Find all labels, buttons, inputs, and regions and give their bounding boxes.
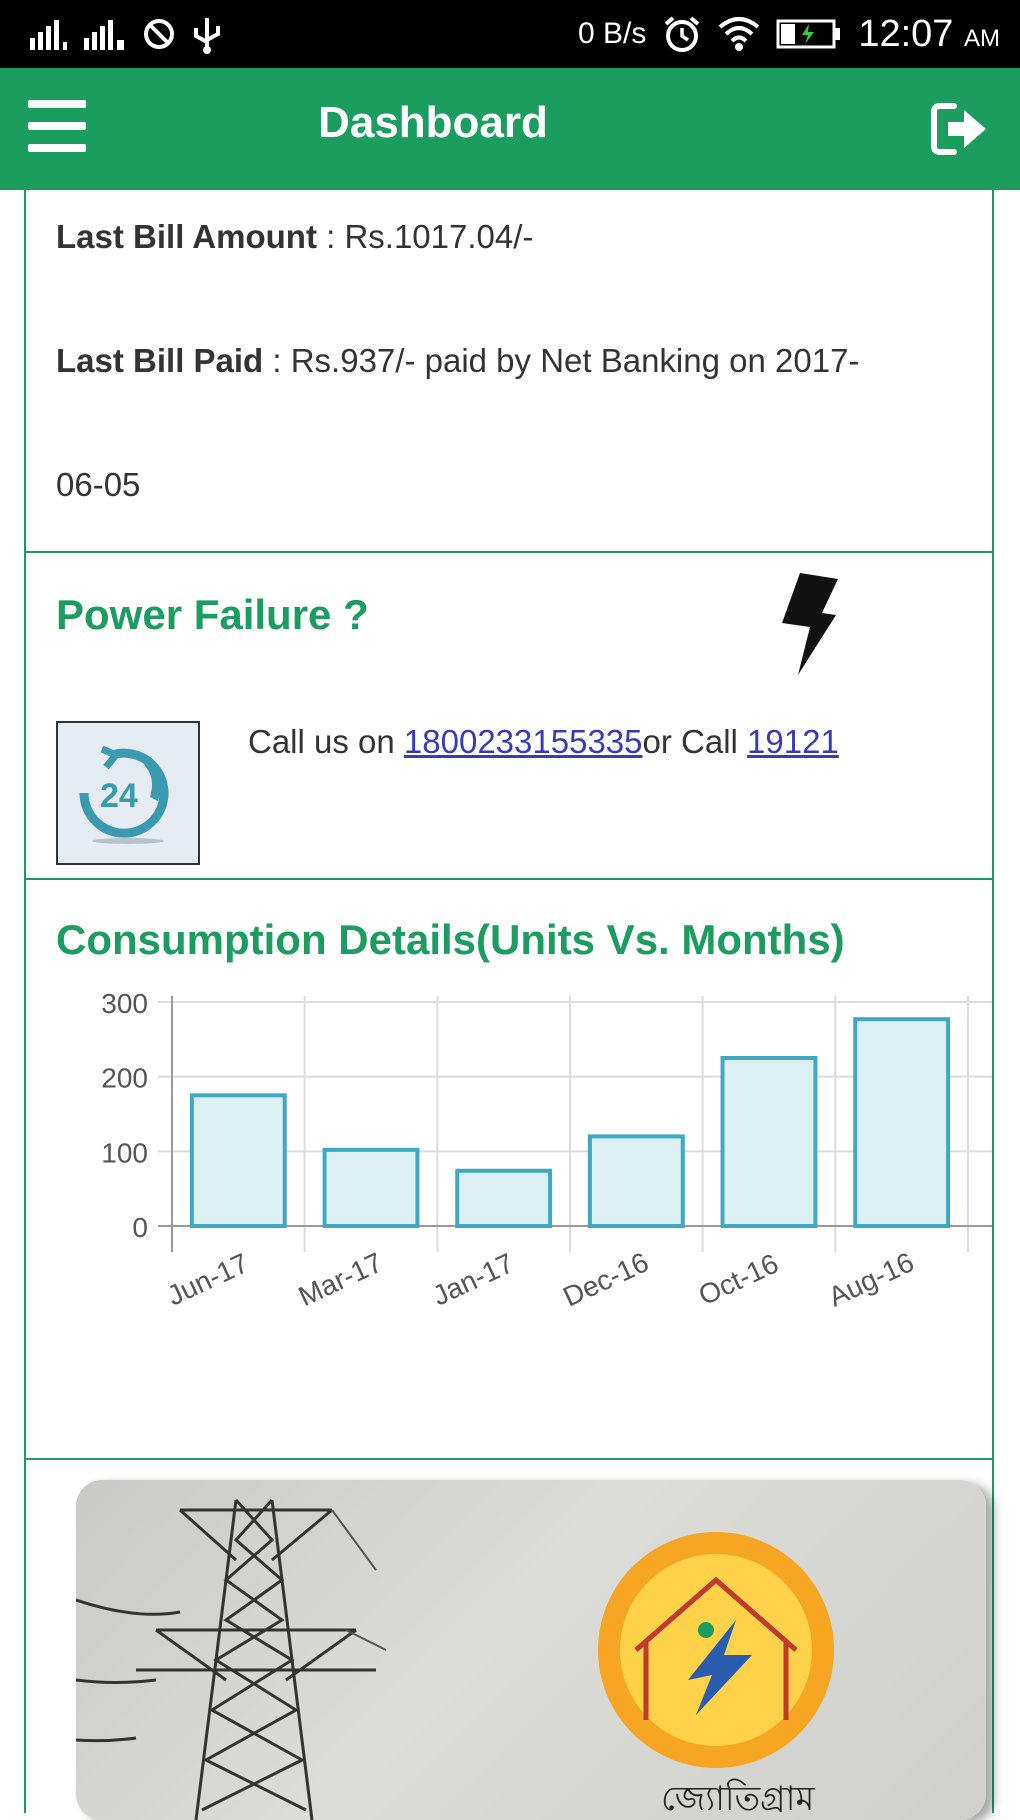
status-bar: 0 B/s 12:07 AM (0, 0, 1020, 68)
bar-Jun-17 (189, 1093, 287, 1229)
y-tick-label: 0 (132, 1212, 148, 1243)
consumption-bar-chart: 0 100 200 300 Jun-17 Mar-17 Jan-17 Dec-16 Oct-16… (101, 990, 992, 1313)
bill-summary-card: Last Bill Amount : Rs.1017.04/- Last Bil… (26, 190, 992, 553)
bar-Oct-16 (720, 1056, 818, 1228)
bar-Jan-17 (455, 1168, 553, 1229)
wifi-icon (719, 17, 760, 51)
network-speed: 0 B/s (577, 17, 647, 50)
call-middle: or Call (642, 723, 748, 760)
bar-Aug-16 (853, 1017, 951, 1228)
last-bill-amount-value: : Rs.1017.04/- (316, 218, 534, 255)
signal-sim1-icon (30, 20, 67, 50)
logout-icon[interactable] (928, 98, 990, 160)
consumption-title: Consumption Details(Units Vs. Months) (56, 916, 845, 963)
y-tick-label: 100 (101, 1137, 148, 1168)
last-bill-paid-label: Last Bill Paid (56, 342, 264, 379)
last-bill-paid: Last Bill Paid : Rs.937/- paid by Net Ba… (56, 342, 859, 380)
banner-card: জ্যোতিগ্রাম (26, 1460, 992, 1820)
last-bill-paid-date: 06-05 (56, 466, 141, 503)
logo-script-text: জ্যোতিগ্রাম (661, 1779, 815, 1819)
support-24-icon: 24 (56, 721, 200, 865)
page-title: Dashboard (318, 98, 548, 147)
x-tick-label: Mar-17 (294, 1247, 387, 1313)
alarm-icon (665, 16, 700, 52)
x-tick-label: Aug-16 (824, 1246, 919, 1312)
last-bill-amount-label: Last Bill Amount (56, 218, 317, 255)
power-failure-title: Power Failure ? (56, 591, 369, 638)
phone-link-19121[interactable]: 19121 (747, 723, 839, 760)
support-icon-label: 24 (100, 777, 138, 815)
power-tower-illustration: জ্যোতিগ্রাম (76, 1498, 834, 1820)
usb-icon (194, 18, 220, 54)
battery-charging-icon (776, 19, 841, 49)
signal-sim2-icon (84, 20, 124, 50)
call-prefix: Call us on (248, 723, 404, 760)
call-us-text: Call us on 1800233155335or Call 19121 (248, 723, 839, 761)
x-tick-label: Jan-17 (428, 1247, 519, 1311)
phone-link-tollfree[interactable]: 1800233155335 (404, 723, 643, 760)
clock-ampm: AM (964, 24, 1000, 52)
clock-time: 12:07 (858, 12, 954, 55)
clock: 12:07 AM (858, 13, 1000, 56)
x-tick-label: Oct-16 (694, 1248, 783, 1312)
last-bill-paid-value: : Rs.937/- paid by Net Banking on 2017- (263, 342, 860, 379)
jyotigram-banner: জ্যোতিগ্রাম (76, 1480, 986, 1820)
y-tick-label: 200 (101, 1063, 148, 1094)
do-not-disturb-icon (144, 19, 174, 49)
y-tick-label: 300 (101, 990, 148, 1019)
bar-Mar-17 (322, 1147, 420, 1228)
jyotigram-logo: জ্যোতিগ্রাম (598, 1532, 834, 1819)
app-bar: Dashboard (0, 68, 1020, 190)
power-failure-card: Power Failure ? 24 Call us on 1800233155… (26, 553, 992, 880)
bar-Dec-16 (587, 1134, 685, 1228)
dashboard-content: Last Bill Amount : Rs.1017.04/- Last Bil… (24, 190, 994, 1820)
x-tick-label: Dec-16 (558, 1246, 653, 1312)
x-tick-label: Jun-17 (162, 1247, 253, 1311)
last-bill-amount: Last Bill Amount : Rs.1017.04/- (56, 218, 533, 256)
lightning-bolt-icon (782, 573, 838, 675)
consumption-card: Consumption Details(Units Vs. Months) 0 1… (26, 880, 992, 1460)
